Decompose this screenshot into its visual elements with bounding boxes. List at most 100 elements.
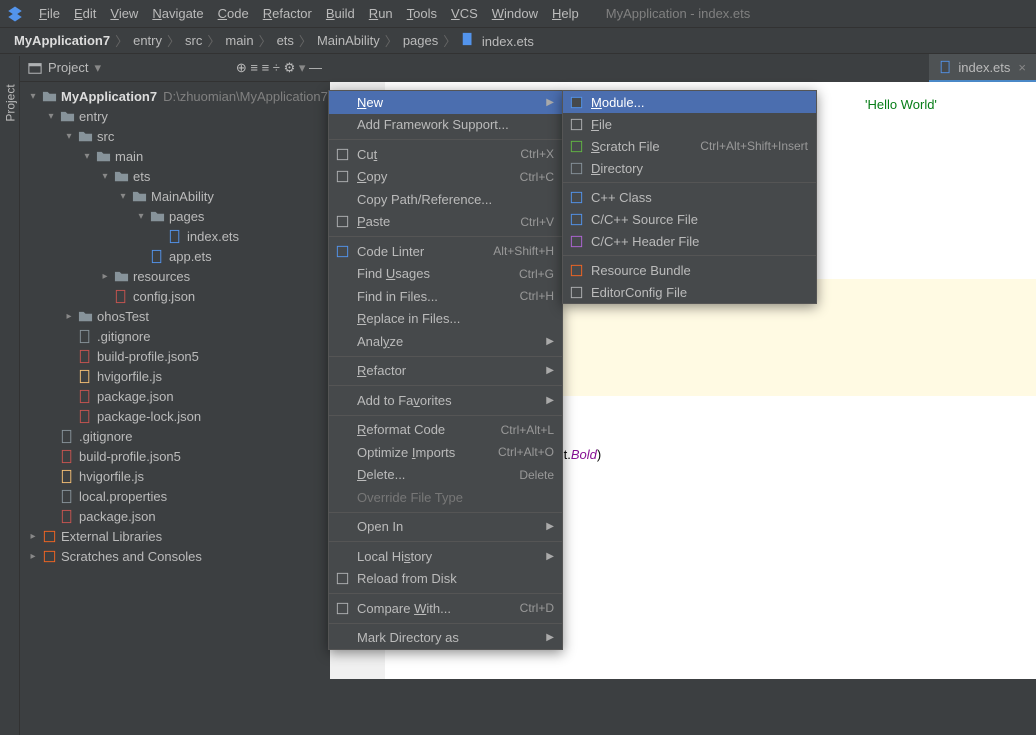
tree-node-external[interactable]: ▸External Libraries [20,526,330,546]
breadcrumb-item[interactable]: MyApplication7 [10,33,114,48]
ctx-item-add-framework-support-[interactable]: Add Framework Support... [329,114,562,137]
menu-window[interactable]: Window [485,6,545,21]
ctx-item-code-linter[interactable]: Code LinterAlt+Shift+H [329,240,562,263]
menu-build[interactable]: Build [319,6,362,21]
breadcrumb-item[interactable]: pages [399,33,442,48]
ctx-item-reformat-code[interactable]: Reformat CodeCtrl+Alt+L [329,419,562,442]
menu-separator [563,182,816,183]
tree-node-index-ets[interactable]: index.ets [20,226,330,246]
menu-separator [563,255,816,256]
menu-separator [329,541,562,542]
menubar: FileEditViewNavigateCodeRefactorBuildRun… [0,0,1036,28]
ctx-item-find-in-files-[interactable]: Find in Files...Ctrl+H [329,285,562,308]
tree-node-build-profile-json5[interactable]: build-profile.json5 [20,346,330,366]
menu-edit[interactable]: Edit [67,6,103,21]
breadcrumb-item[interactable]: src [181,33,206,48]
menu-code[interactable]: Code [211,6,256,21]
tree-node-package-lock-json[interactable]: package-lock.json [20,406,330,426]
breadcrumb-separator: 〉 [206,31,221,50]
divide-icon[interactable]: ÷ [273,60,280,75]
tree-node-hvigorfile-js[interactable]: hvigorfile.js [20,366,330,386]
ctx-item-override-file-type: Override File Type [329,486,562,509]
tree-node-app-ets[interactable]: app.ets [20,246,330,266]
collapse-all-icon[interactable]: ≡ [262,60,270,75]
tree-node-main[interactable]: ▾main [20,146,330,166]
menu-view[interactable]: View [103,6,145,21]
menu-file[interactable]: File [32,6,67,21]
menu-separator [329,236,562,237]
sub-item-directory[interactable]: Directory [563,157,816,179]
ctx-item-delete-[interactable]: Delete...Delete [329,464,562,487]
sub-item-module-[interactable]: Module... [563,91,816,113]
tree-node-resources[interactable]: ▸resources [20,266,330,286]
tab-close-icon[interactable]: × [1018,60,1026,75]
locate-icon[interactable]: ⊕ [236,60,247,75]
sub-item-scratch-file[interactable]: Scratch FileCtrl+Alt+Shift+Insert [563,135,816,157]
tree-node-pages[interactable]: ▾pages [20,206,330,226]
sub-item-resource-bundle[interactable]: Resource Bundle [563,259,816,281]
ctx-item-new[interactable]: New▶ [329,91,562,114]
tree-node--gitignore[interactable]: .gitignore [20,426,330,446]
ctx-item-add-to-favorites[interactable]: Add to Favorites▶ [329,389,562,412]
tree-node-hvigorfile-js[interactable]: hvigorfile.js [20,466,330,486]
project-sidetab[interactable]: Project [4,84,18,121]
ctx-item-cut[interactable]: CutCtrl+X [329,143,562,166]
panel-dropdown-icon[interactable]: ▾ [94,60,101,76]
ctx-item-compare-with-[interactable]: Compare With...Ctrl+D [329,597,562,620]
breadcrumb-item[interactable]: ets [273,33,298,48]
breadcrumb-item[interactable]: main [221,33,257,48]
tree-node-MainAbility[interactable]: ▾MainAbility [20,186,330,206]
sub-item-file[interactable]: File [563,113,816,135]
menu-vcs[interactable]: VCS [444,6,485,21]
tree-node-local-properties[interactable]: local.properties [20,486,330,506]
tree-node-config-json[interactable]: config.json [20,286,330,306]
breadcrumb-separator: 〉 [166,31,181,50]
breadcrumb-item[interactable]: MainAbility [313,33,384,48]
menu-navigate[interactable]: Navigate [145,6,210,21]
tree-node-src[interactable]: ▾src [20,126,330,146]
breadcrumb-item[interactable]: entry [129,33,166,48]
ctx-item-reload-from-disk[interactable]: Reload from Disk [329,568,562,591]
tree-node-build-profile-json5[interactable]: build-profile.json5 [20,446,330,466]
minimize-icon[interactable]: — [309,60,322,75]
settings-gear-icon[interactable]: ⚙ [284,60,296,75]
tree-node-package-json[interactable]: package.json [20,506,330,526]
breadcrumb-item[interactable]: index.ets [457,32,538,49]
ctx-item-local-history[interactable]: Local History▶ [329,545,562,568]
sub-item-c-c-header-file[interactable]: C/C++ Header File [563,230,816,252]
sub-item-c-class[interactable]: C++ Class [563,186,816,208]
tree-node-ohosTest[interactable]: ▸ohosTest [20,306,330,326]
expand-all-icon[interactable]: ≡ [250,60,258,75]
ctx-item-mark-directory-as[interactable]: Mark Directory as▶ [329,627,562,650]
menu-refactor[interactable]: Refactor [256,6,319,21]
menu-help[interactable]: Help [545,6,586,21]
ctx-item-refactor[interactable]: Refactor▶ [329,360,562,383]
editor-tab-index[interactable]: index.ets × [929,54,1036,82]
ctx-item-open-in[interactable]: Open In▶ [329,516,562,539]
ctx-item-optimize-imports[interactable]: Optimize ImportsCtrl+Alt+O [329,441,562,464]
tree-root[interactable]: ▾MyApplication7D:\zhuomian\MyApplication… [20,86,330,106]
menu-tools[interactable]: Tools [400,6,444,21]
ctx-item-paste[interactable]: PasteCtrl+V [329,211,562,234]
tree-node-scratches[interactable]: ▸Scratches and Consoles [20,546,330,566]
ctx-item-replace-in-files-[interactable]: Replace in Files... [329,308,562,331]
menu-run[interactable]: Run [362,6,400,21]
menu-separator [329,385,562,386]
project-panel-header: Project ▾ ⊕ ≡ ≡ ÷ ⚙ ▾ — [20,54,330,82]
ctx-item-find-usages[interactable]: Find UsagesCtrl+G [329,263,562,286]
tree-node-entry[interactable]: ▾entry [20,106,330,126]
tree-node--gitignore[interactable]: .gitignore [20,326,330,346]
ctx-item-copy-path-reference-[interactable]: Copy Path/Reference... [329,188,562,211]
sub-item-c-c-source-file[interactable]: C/C++ Source File [563,208,816,230]
ctx-item-analyze[interactable]: Analyze▶ [329,330,562,353]
menu-separator [329,139,562,140]
breadcrumb-separator: 〉 [298,31,313,50]
breadcrumb-bar: MyApplication7〉entry〉src〉main〉ets〉MainAb… [0,28,1036,54]
tree-node-package-json[interactable]: package.json [20,386,330,406]
ctx-item-copy[interactable]: CopyCtrl+C [329,166,562,189]
project-tree: ▾MyApplication7D:\zhuomian\MyApplication… [20,82,330,570]
tab-label: index.ets [958,60,1010,75]
tree-node-ets[interactable]: ▾ets [20,166,330,186]
sub-item-editorconfig-file[interactable]: EditorConfig File [563,281,816,303]
gear-dropdown-icon[interactable]: ▾ [299,60,306,75]
